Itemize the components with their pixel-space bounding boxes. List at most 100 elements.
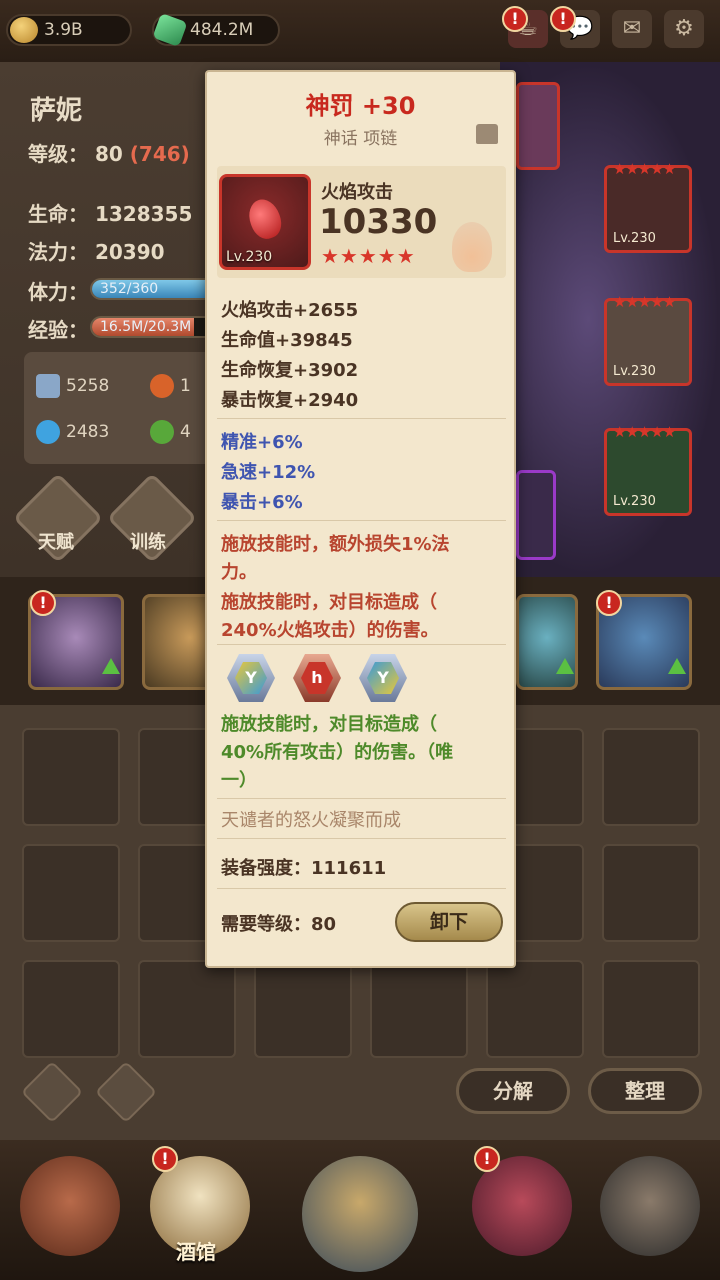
tavern-alert-icon: !: [152, 1146, 178, 1172]
equip-slot-head[interactable]: ★★★★★ Lv.230: [604, 160, 692, 253]
sort-button[interactable]: 整理: [588, 1068, 702, 1114]
socket-3[interactable]: Y: [359, 654, 407, 702]
mail-icon: ✉: [622, 16, 642, 41]
equip-level: Lv.230: [613, 494, 656, 509]
bonus-stat: 精准+6%: [221, 432, 303, 453]
chat-alert-icon: !: [550, 6, 576, 32]
power-row: 装备强度：111611: [221, 854, 386, 880]
gem-value: 484.2M: [190, 20, 254, 40]
divider: [217, 798, 506, 799]
effect-text: 施放技能时，对目标造成（: [221, 592, 437, 613]
level-extra: (746): [129, 142, 190, 166]
base-stat: 生命恢复+3902: [221, 360, 359, 381]
inventory-slot[interactable]: [138, 960, 236, 1058]
item-title: 神罚 +30: [305, 92, 416, 120]
inventory-slot[interactable]: [602, 844, 700, 942]
nav-adventure[interactable]: [292, 1148, 428, 1272]
gold-value: 3.9B: [44, 20, 83, 40]
ice-value: 2483: [66, 422, 110, 442]
base-stat: 暴击恢复+2940: [221, 390, 359, 411]
set-effect: 施放技能时，对目标造成（: [221, 714, 437, 735]
hero-alert-icon: !: [30, 590, 56, 616]
nav-home[interactable]: [10, 1148, 130, 1272]
inventory-slot[interactable]: [602, 960, 700, 1058]
coin-icon: [10, 17, 38, 43]
inventory-slot[interactable]: [486, 960, 584, 1058]
bonus-stat: 暴击+6%: [221, 492, 303, 513]
train-label: 训练: [130, 532, 166, 553]
exp-bar: 16.5M/20.3M: [90, 316, 220, 338]
stat-leaf: 4: [150, 420, 191, 444]
ice-icon: [36, 420, 60, 444]
shop-alert-icon: !: [474, 1146, 500, 1172]
hero-card-elf[interactable]: [516, 594, 578, 690]
power-label: 装备强度：: [221, 858, 311, 879]
equip-slot-purple[interactable]: [516, 470, 556, 560]
lore-text: 天谴者的怒火凝聚而成: [221, 810, 401, 831]
hero-name: 萨妮: [30, 96, 83, 126]
gem-counter[interactable]: 484.2M: [152, 12, 280, 48]
upgrade-arrow-icon: [668, 658, 686, 674]
effect-text: 施放技能时，额外损失1%法: [221, 534, 450, 555]
inventory-slot[interactable]: [22, 844, 120, 942]
divider: [217, 520, 506, 521]
upgrade-arrow-icon: [556, 658, 574, 674]
mp-label: 法力：: [28, 240, 88, 264]
effect-text: 240%火焰攻击）的伤害。: [221, 620, 439, 641]
house-icon: [20, 1156, 120, 1256]
hp-value: 1328355: [94, 202, 193, 226]
exp-value: 16.5M/20.3M: [100, 319, 192, 335]
equip-slot-armor[interactable]: ★★★★★ Lv.230: [604, 293, 692, 386]
hero-level: 等级： 80 (746): [28, 138, 190, 167]
stat-ice: 2483: [36, 420, 109, 444]
divider: [217, 418, 506, 419]
inventory-slot[interactable]: [602, 728, 700, 826]
inventory-slot[interactable]: [22, 960, 120, 1058]
equip-stars: ★★★★★: [613, 293, 676, 311]
required-level-label: 需要等级：: [221, 914, 311, 935]
inventory-slot[interactable]: [254, 960, 352, 1058]
stat-fire: 1: [150, 374, 191, 398]
item-icon: Lv.230: [219, 174, 311, 270]
stamina-value: 352/360: [100, 281, 159, 297]
shirt-icon: [476, 124, 498, 144]
mp-value: 20390: [94, 240, 165, 264]
gold-counter[interactable]: 3.9B: [6, 14, 132, 46]
equip-stars: ★★★★★: [613, 160, 676, 178]
socket-1[interactable]: Y: [227, 654, 275, 702]
rune-y-icon: Y: [367, 662, 399, 694]
sword-value: 5258: [66, 376, 110, 396]
decompose-button[interactable]: 分解: [456, 1068, 570, 1114]
inventory-slot[interactable]: [22, 728, 120, 826]
required-level-row: 需要等级：80: [221, 910, 336, 936]
nav-forge[interactable]: [590, 1148, 710, 1272]
equip-slot-book[interactable]: ★★★★★ Lv.230: [604, 423, 692, 516]
hero-hp: 生命： 1328355: [28, 198, 192, 227]
divider: [217, 888, 506, 889]
sword-icon: [36, 374, 60, 398]
talent-label: 天赋: [38, 532, 74, 553]
item-tooltip: 神罚 +30 神话 项链 Lv.230 火焰攻击 10330 ★★★★★ 火焰攻…: [205, 70, 516, 968]
set-effect: 40%所有攻击）的伤害。（唯: [221, 742, 454, 763]
hero-mp: 法力： 20390: [28, 236, 165, 265]
main-stat-label: 火焰攻击: [321, 182, 393, 203]
set-effect: 一）: [221, 770, 257, 791]
settings-button[interactable]: ⚙: [664, 10, 704, 48]
upgrade-arrow-icon: [102, 658, 120, 674]
socket-2[interactable]: h: [293, 654, 341, 702]
equip-stars: ★★★★★: [613, 423, 676, 441]
base-stat: 生命值+39845: [221, 330, 353, 351]
mail-button[interactable]: ✉: [612, 10, 652, 48]
forge-icon: [600, 1156, 700, 1256]
equip-slot-top[interactable]: [516, 82, 560, 170]
equip-level: Lv.230: [613, 231, 656, 246]
inventory-slot[interactable]: [370, 960, 468, 1058]
exp-label: 经验：: [28, 318, 88, 342]
stamina-bar: 352/360: [90, 278, 220, 300]
portal-icon: [302, 1156, 418, 1272]
hero-alert-icon: !: [596, 590, 622, 616]
gem-icon: [152, 12, 188, 48]
gear-icon: ⚙: [674, 16, 694, 41]
unequip-button[interactable]: 卸下: [395, 902, 503, 942]
leaf-value: 4: [180, 422, 191, 442]
